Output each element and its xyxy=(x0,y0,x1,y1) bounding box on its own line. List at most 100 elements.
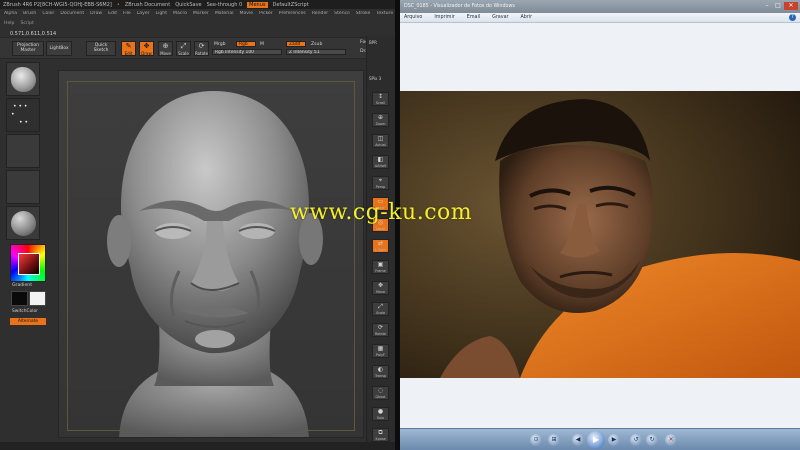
tool-label: Move xyxy=(375,290,386,294)
move-button[interactable]: ⊕ Move xyxy=(158,41,173,56)
color-picker-square[interactable] xyxy=(18,253,40,275)
bpr-button[interactable]: BPR xyxy=(369,40,377,45)
tool-ghost-button[interactable]: ◌ Ghost xyxy=(372,386,389,400)
window-controls: – □ ✕ xyxy=(762,2,798,10)
default-zscript-button[interactable]: DefaultZScript xyxy=(273,2,309,8)
tool-label: Actual xyxy=(375,143,386,147)
tool-polyf-button[interactable]: ▦ PolyF xyxy=(372,344,389,358)
stroke-slot[interactable]: • • • • • • xyxy=(6,98,40,132)
color-picker[interactable] xyxy=(10,244,46,282)
menu-texture[interactable]: Texture xyxy=(376,11,393,19)
tool-label: Xpose xyxy=(375,437,386,441)
quicksave-button[interactable]: QuickSave xyxy=(175,2,201,8)
menu-stroke[interactable]: Stroke xyxy=(356,11,371,19)
slideshow-icon[interactable]: ▶ xyxy=(587,431,605,449)
brush-slot[interactable] xyxy=(6,62,40,96)
tool-xpose-button[interactable]: ⧉ Xpose xyxy=(372,428,389,442)
menu-stencil[interactable]: Stencil xyxy=(334,11,350,19)
tool-lsym-button[interactable]: ⇄ L.Sym xyxy=(372,239,389,253)
tool-frame-button[interactable]: ▣ Frame xyxy=(372,260,389,274)
rotate-left-icon[interactable]: ↺ xyxy=(630,434,642,446)
delete-icon[interactable]: ✕ xyxy=(665,434,677,446)
tool-label: Rotate xyxy=(374,332,387,336)
zsub-toggle[interactable]: Zsub xyxy=(311,42,322,47)
tool-rotate-button[interactable]: ⟳ Rotate xyxy=(372,323,389,337)
z-intensity-slider[interactable]: Z Intensity 51 xyxy=(286,49,346,55)
tool-transp-button[interactable]: ◐ Transp xyxy=(372,365,389,379)
edit-button[interactable]: ✎ Edit xyxy=(121,41,136,56)
menu-preferences[interactable]: Preferences xyxy=(279,11,306,19)
menu-arquivo[interactable]: Arquivo xyxy=(404,15,422,20)
edit-label: Edit xyxy=(124,51,133,56)
tool-persp-button[interactable]: ⌖ Persp xyxy=(372,176,389,190)
zadd-toggle[interactable]: Zadd xyxy=(286,41,306,47)
tool-zoom-button[interactable]: ⊕ Zoom xyxy=(372,113,389,127)
menu-document[interactable]: Document xyxy=(60,11,84,19)
photo-viewer-controls: ⊙ ⊞ ◀ ▶ ▶ ↺ ↻ ✕ xyxy=(400,428,800,450)
spix-slider[interactable]: SPix 3 xyxy=(369,76,381,81)
menu-light[interactable]: Light xyxy=(156,11,167,19)
menu-gravar[interactable]: Gravar xyxy=(492,15,508,20)
tool-scale-button[interactable]: ⤢ Scale xyxy=(372,302,389,316)
see-through-slider[interactable]: See-through 0 xyxy=(207,2,243,8)
menu-draw[interactable]: Draw xyxy=(90,11,102,19)
switch-color-button[interactable]: SwitchColor xyxy=(12,309,38,314)
secondary-color-swatch[interactable] xyxy=(29,291,46,306)
left-shelf: • • • • • • Gradient SwitchColor Alterna… xyxy=(0,0,60,450)
main-color-swatch[interactable] xyxy=(11,291,28,306)
m-toggle[interactable]: M xyxy=(260,42,264,47)
draw-button[interactable]: ✥ Draw xyxy=(139,41,154,56)
actual-size-icon[interactable]: ⊞ xyxy=(548,434,560,446)
mrgb-toggle[interactable]: Mrgb xyxy=(214,42,226,47)
menu-macro[interactable]: Macro xyxy=(173,11,187,19)
maximize-icon[interactable]: □ xyxy=(773,2,783,10)
rotate-icon: ⟳ xyxy=(377,324,384,331)
help-icon[interactable]: ? xyxy=(789,14,796,21)
menu-edit[interactable]: Edit xyxy=(108,11,117,19)
scale-button[interactable]: ⤢ Scale xyxy=(176,41,191,56)
menu-email[interactable]: Email xyxy=(467,15,480,20)
previous-icon[interactable]: ◀ xyxy=(572,434,584,446)
menu-file[interactable]: File xyxy=(123,11,131,19)
menu-imprimir[interactable]: Imprimir xyxy=(434,15,454,20)
document-canvas[interactable] xyxy=(58,70,364,438)
menu-render[interactable]: Render xyxy=(312,11,328,19)
tool-aahalf-button[interactable]: ◧ AAHalf xyxy=(372,155,389,169)
title-separator: • xyxy=(116,1,120,8)
magnify-icon[interactable]: ⊙ xyxy=(530,434,542,446)
tool-label: Solo xyxy=(376,416,385,420)
rotate-right-icon[interactable]: ↻ xyxy=(646,434,658,446)
texture-slot[interactable] xyxy=(6,170,40,204)
material-slot[interactable] xyxy=(6,206,40,240)
tool-scroll-button[interactable]: ↕ Scroll xyxy=(372,92,389,106)
alternate-button[interactable]: Alternate xyxy=(10,318,46,325)
rgb-toggle[interactable]: Rgb xyxy=(236,41,256,47)
minimize-icon[interactable]: – xyxy=(762,2,772,10)
menu-layer[interactable]: Layer xyxy=(137,11,150,19)
rgb-intensity-slider[interactable]: Rgb Intensity 100 xyxy=(212,49,282,55)
move-icon: ⊕ xyxy=(162,42,169,50)
photo-viewer-window: DSC_0185 - Visualizador de Fotos do Wind… xyxy=(400,0,800,450)
next-icon[interactable]: ▶ xyxy=(608,434,620,446)
tool-actual-button[interactable]: ◫ Actual xyxy=(372,134,389,148)
zoom-icon: ⊕ xyxy=(377,114,384,121)
tool-move-button[interactable]: ✥ Move xyxy=(372,281,389,295)
gradient-toggle[interactable]: Gradient xyxy=(12,283,32,288)
menu-material[interactable]: Material xyxy=(215,11,234,19)
tool-solo-button[interactable]: ● Solo xyxy=(372,407,389,421)
quick-sketch-button[interactable]: Quick Sketch xyxy=(86,41,116,56)
alpha-slot[interactable] xyxy=(6,134,40,168)
menu-marker[interactable]: Marker xyxy=(193,11,209,19)
rotate-button[interactable]: ⟳ Rotate xyxy=(194,41,209,56)
menu-abrir[interactable]: Abrir xyxy=(521,15,533,20)
move-icon: ✥ xyxy=(377,282,384,289)
menus-button[interactable]: Menus xyxy=(247,1,268,8)
tool-label: PolyF xyxy=(376,353,385,357)
watermark-text: www.cg-ku.com xyxy=(290,200,473,225)
tool-label: L.Sym xyxy=(375,248,386,252)
sculpted-head-model[interactable] xyxy=(59,71,364,438)
close-icon[interactable]: ✕ xyxy=(784,2,798,10)
menu-movie[interactable]: Movie xyxy=(239,11,253,19)
menu-picker[interactable]: Picker xyxy=(259,11,273,19)
solo-icon: ● xyxy=(377,408,384,415)
